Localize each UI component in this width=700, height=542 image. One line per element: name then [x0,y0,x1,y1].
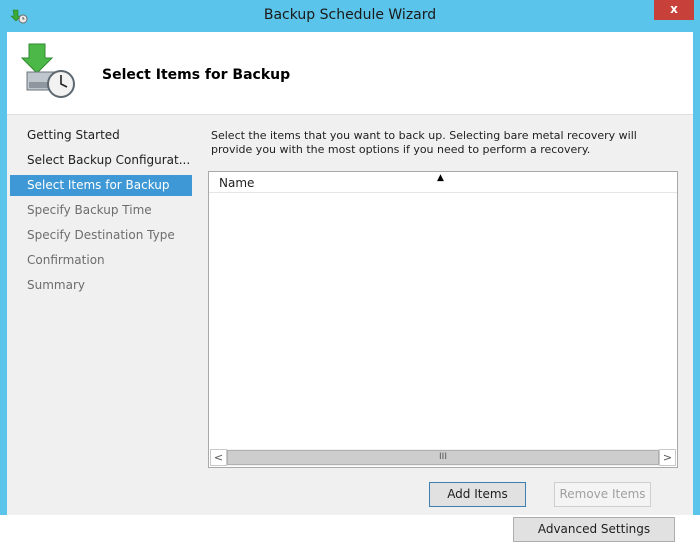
nav-item-confirmation: Confirmation [27,253,105,267]
scroll-right-button[interactable]: > [659,449,676,466]
wizard-header: Select Items for Backup [7,32,693,115]
nav-item-summary: Summary [27,278,85,292]
horizontal-scrollbar[interactable]: < III > [210,449,676,466]
wizard-window: Backup Schedule Wizard x Select Items fo… [0,0,700,542]
column-name-label: Name [219,176,255,190]
instructions-text: Select the items that you want to back u… [211,129,637,156]
scrollbar-thumb[interactable]: III [227,450,659,465]
wizard-steps-sidebar: Getting Started Select Backup Configurat… [7,115,197,515]
wizard-body: Select Items for Backup Getting Started … [7,32,693,542]
backup-schedule-icon [20,42,77,100]
page-title: Select Items for Backup [102,67,291,83]
nav-item-specify-destination-type: Specify Destination Type [27,228,175,242]
list-column-header[interactable]: Name ▲ [209,172,677,193]
sort-ascending-icon: ▲ [437,173,444,183]
add-items-button[interactable]: Add Items [429,482,526,507]
nav-item-select-items-for-backup[interactable]: Select Items for Backup [10,175,192,196]
title-bar[interactable]: Backup Schedule Wizard x [0,0,700,32]
close-button[interactable]: x [654,0,694,20]
nav-item-getting-started[interactable]: Getting Started [7,125,197,146]
nav-item-select-backup-configuration[interactable]: Select Backup Configurat... [7,150,197,171]
backup-items-list[interactable]: Name ▲ < III > [208,171,678,468]
scrollbar-grip-icon: III [439,452,447,462]
advanced-settings-button[interactable]: Advanced Settings [513,517,675,542]
nav-item-specify-backup-time: Specify Backup Time [27,203,152,217]
window-title: Backup Schedule Wizard [263,7,437,23]
scroll-left-button[interactable]: < [210,449,227,466]
remove-items-button[interactable]: Remove Items [554,482,651,507]
wizard-content: Select the items that you want to back u… [197,115,693,542]
